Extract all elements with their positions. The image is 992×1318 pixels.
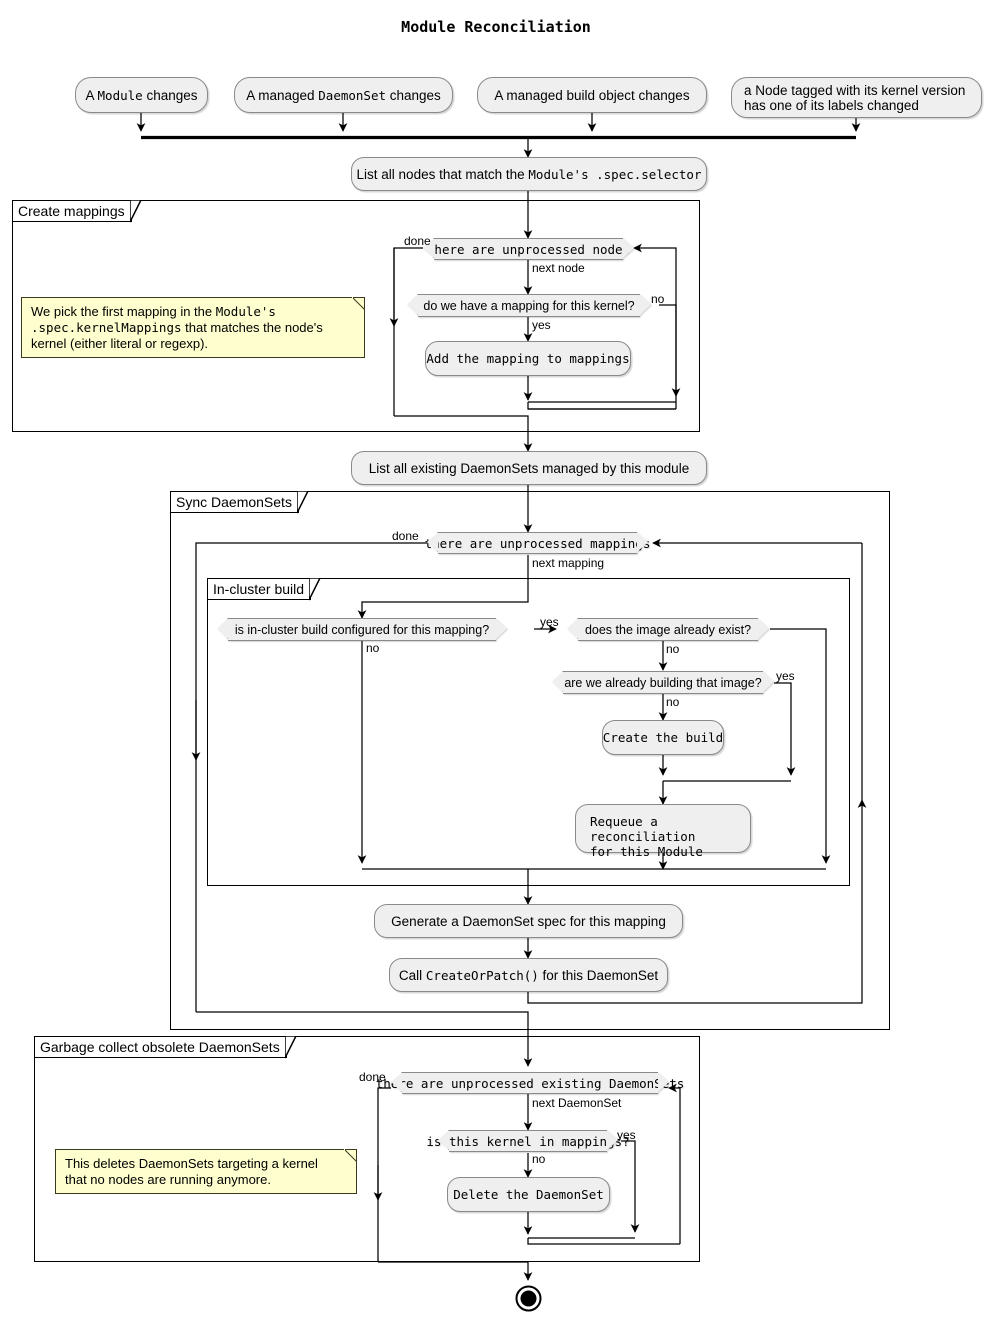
group-fold-icon — [129, 199, 142, 222]
activity-add-mapping[interactable]: Add the mapping to mappings — [425, 341, 631, 376]
decision-label: there are unprocessed mappings — [424, 535, 651, 551]
activity-label: Generate a DaemonSet spec for this mappi… — [391, 913, 666, 929]
start-node-label: A Module changes — [85, 87, 198, 103]
decision-label: there are unprocessed nodes — [426, 241, 631, 257]
group-fold-icon — [284, 1035, 297, 1058]
decision-label: are we already building that image? — [564, 675, 762, 690]
edge-label-yes-build: yes — [540, 615, 559, 629]
group-fold-icon — [309, 577, 321, 600]
group-create-mappings-title: Create mappings — [12, 199, 142, 222]
edge-label-done-3: done — [359, 1070, 386, 1084]
note-line-3: kernel (either literal or regexp). — [31, 336, 209, 351]
edge-label-no-image: no — [666, 642, 680, 656]
start-node-daemonset-changes[interactable]: A managed DaemonSet changes — [234, 77, 453, 113]
edge-label-no-1: no — [651, 292, 665, 306]
activity-diagram: Module Reconciliation A Module changes A… — [0, 0, 992, 1318]
group-fold-icon — [296, 490, 309, 513]
edge-label-yes-building: yes — [776, 669, 795, 683]
activity-list-existing-daemonsets[interactable]: List all existing DaemonSets managed by … — [351, 451, 707, 485]
note-line-1: We pick the first mapping in the Module'… — [31, 304, 276, 319]
activity-label: List all existing DaemonSets managed by … — [368, 460, 690, 476]
page-title: Module Reconciliation — [401, 18, 591, 36]
activity-label: Call CreateOrPatch() for this DaemonSet — [398, 967, 659, 983]
activity-label: List all nodes that match the Module's .… — [356, 166, 702, 182]
decision-label: is in-cluster build configured for this … — [234, 622, 490, 637]
group-garbage-collect-title: Garbage collect obsolete DaemonSets — [34, 1035, 297, 1058]
activity-requeue-reconciliation[interactable]: Requeue a reconciliation for this Module — [575, 804, 751, 859]
activity-create-the-build[interactable]: Create the build — [602, 720, 724, 755]
decision-label: do we have a mapping for this kernel? — [423, 298, 635, 313]
group-in-cluster-build-title: In-cluster build — [207, 577, 321, 600]
decision-have-mapping-for-kernel[interactable]: do we have a mapping for this kernel? — [407, 294, 651, 317]
activity-label: Add the mapping to mappings — [426, 351, 630, 366]
decision-unprocessed-existing-daemonsets[interactable]: there are unprocessed existing DaemonSet… — [376, 1072, 684, 1094]
edge-label-no-building: no — [666, 695, 680, 709]
group-sync-daemonsets-title: Sync DaemonSets — [170, 490, 309, 513]
edge-label-yes-1: yes — [532, 318, 551, 332]
decision-kernel-in-mappings[interactable]: is this kernel in mappings? — [426, 1130, 630, 1152]
start-node-label: A managed build object changes — [494, 87, 690, 103]
edge-label-done-1: done — [404, 234, 431, 248]
decision-unprocessed-mappings[interactable]: there are unprocessed mappings — [425, 532, 650, 554]
note-gc-explanation: This deletes DaemonSets targeting a kern… — [55, 1149, 357, 1194]
activity-generate-daemonset-spec[interactable]: Generate a DaemonSet spec for this mappi… — [374, 904, 683, 938]
activity-label-line-1: Requeue a reconciliation — [590, 814, 696, 844]
edge-label-yes-kernel: yes — [617, 1128, 636, 1142]
edge-label-no-build: no — [366, 641, 380, 655]
activity-call-create-or-patch[interactable]: Call CreateOrPatch() for this DaemonSet — [389, 958, 668, 992]
start-node-build-object-changes[interactable]: A managed build object changes — [477, 77, 707, 113]
activity-label-line-2: for this Module — [590, 844, 703, 859]
start-node-label: A managed DaemonSet changes — [246, 87, 441, 103]
decision-in-cluster-build-configured[interactable]: is in-cluster build configured for this … — [217, 618, 507, 641]
final-node — [515, 1285, 542, 1312]
activity-label: Create the build — [602, 730, 724, 745]
note-line-1: This deletes DaemonSets targeting a kern… — [65, 1156, 318, 1171]
note-line-2: .spec.kernelMappings that matches the no… — [31, 320, 323, 335]
decision-label: is this kernel in mappings? — [426, 1133, 630, 1149]
start-node-label-line-2: has one of its labels changed — [744, 98, 919, 113]
decision-label: there are unprocessed existing DaemonSet… — [375, 1075, 685, 1091]
start-node-node-label-changed[interactable]: a Node tagged with its kernel version ha… — [731, 77, 982, 118]
activity-list-all-nodes[interactable]: List all nodes that match the Module's .… — [351, 157, 707, 191]
decision-already-building-image[interactable]: are we already building that image? — [552, 671, 774, 694]
start-node-module-changes[interactable]: A Module changes — [75, 77, 208, 113]
edge-label-next-node: next node — [532, 261, 585, 275]
start-node-label-line-1: a Node tagged with its kernel version — [744, 83, 966, 98]
decision-unprocessed-nodes[interactable]: there are unprocessed nodes — [423, 238, 634, 260]
note-mapping-selection: We pick the first mapping in the Module'… — [21, 297, 365, 358]
edge-label-next-mapping: next mapping — [532, 556, 605, 570]
decision-label: does the image already exist? — [584, 622, 752, 637]
note-fold-icon — [344, 1149, 357, 1162]
activity-label: Delete the DaemonSet — [453, 1187, 604, 1202]
note-fold-icon — [352, 297, 365, 310]
edge-label-done-2: done — [392, 529, 419, 543]
note-line-2: that no nodes are running anymore. — [65, 1172, 271, 1187]
decision-image-already-exists[interactable]: does the image already exist? — [567, 618, 769, 641]
edge-label-next-daemonset: next DaemonSet — [532, 1096, 622, 1110]
activity-delete-daemonset[interactable]: Delete the DaemonSet — [447, 1177, 610, 1212]
edge-label-no-kernel: no — [532, 1152, 546, 1166]
